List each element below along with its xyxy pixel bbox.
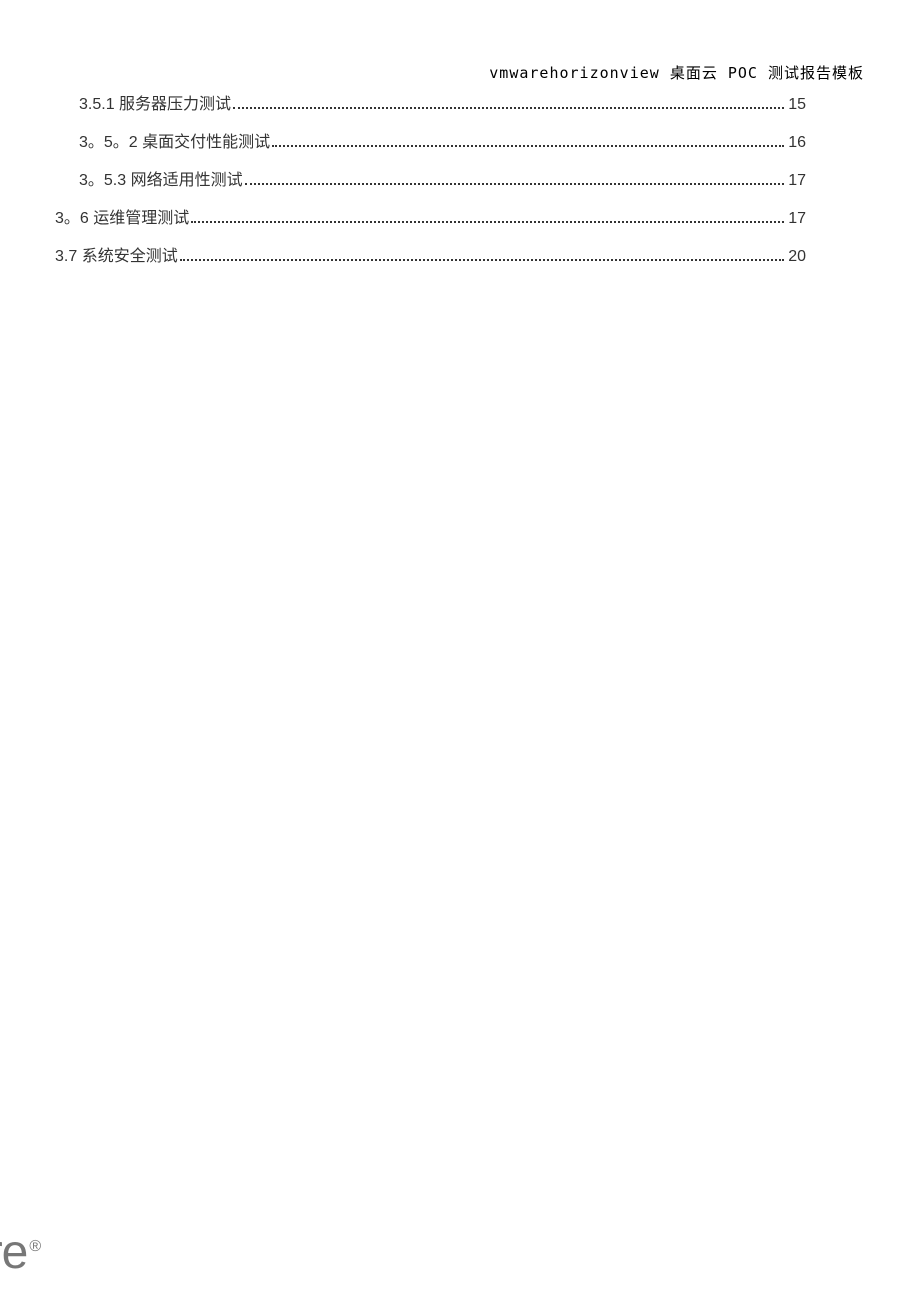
toc-page-number: 20 (788, 248, 806, 266)
toc-entry: 3。5.3 网络适用性测试 17 (55, 166, 806, 190)
toc-entry: 3.5.1 服务器压力测试 15 (55, 90, 806, 114)
page-header: vmwarehorizonview 桌面云 POC 测试报告模板 (489, 62, 864, 83)
toc-page-number: 17 (788, 172, 806, 190)
toc-entry: 3.7 系统安全测试 20 (55, 242, 806, 266)
registered-symbol: ® (29, 1238, 40, 1255)
toc-leader (180, 259, 785, 261)
toc-leader (191, 221, 784, 223)
watermark-logo: vare® (0, 1225, 40, 1280)
toc-entry: 3。5。2 桌面交付性能测试 16 (55, 128, 806, 152)
watermark-text: vare (0, 1226, 27, 1279)
toc-label: 3.7 系统安全测试 (55, 242, 178, 266)
table-of-contents: 3.5.1 服务器压力测试 15 3。5。2 桌面交付性能测试 16 3。5.3… (55, 90, 806, 280)
toc-leader (272, 145, 784, 147)
header-title: vmwarehorizonview 桌面云 POC 测试报告模板 (489, 64, 864, 82)
toc-leader (233, 107, 784, 109)
toc-label: 3。5。2 桌面交付性能测试 (79, 128, 270, 152)
toc-entry: 3。6 运维管理测试 17 (55, 204, 806, 228)
toc-label: 3。5.3 网络适用性测试 (79, 166, 243, 190)
toc-label: 3。6 运维管理测试 (55, 204, 189, 228)
toc-label: 3.5.1 服务器压力测试 (79, 90, 231, 114)
toc-page-number: 15 (788, 96, 806, 114)
toc-page-number: 17 (788, 210, 806, 228)
toc-leader (245, 183, 785, 185)
toc-page-number: 16 (788, 134, 806, 152)
